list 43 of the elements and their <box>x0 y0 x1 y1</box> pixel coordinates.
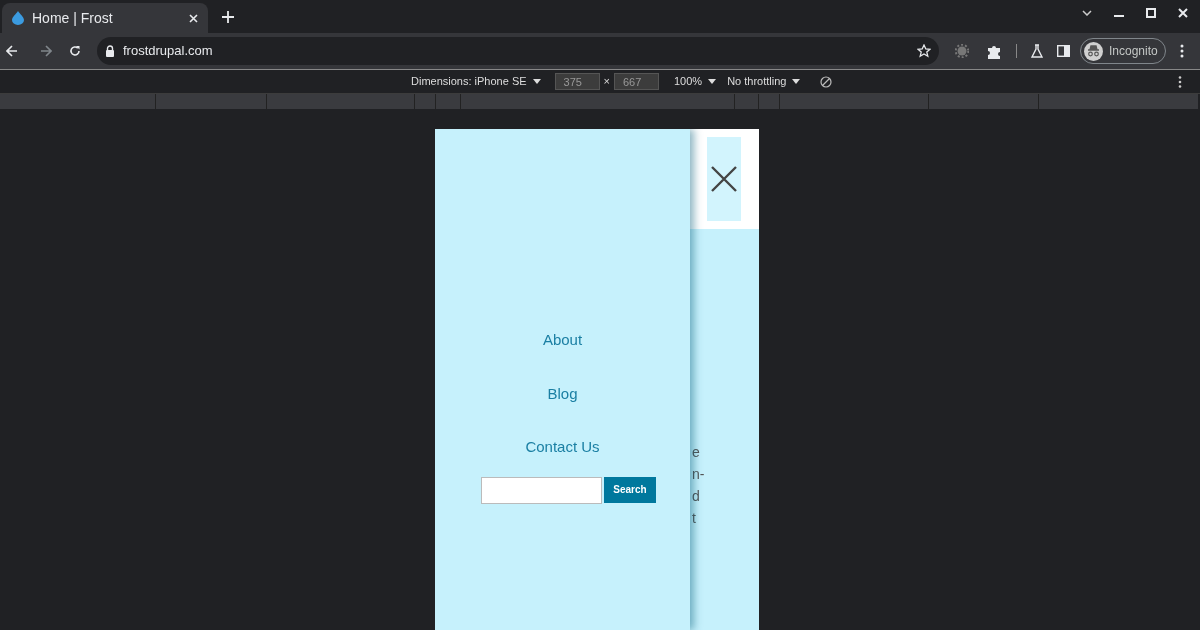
droplet-icon <box>12 11 24 25</box>
close-icon[interactable] <box>1178 8 1188 18</box>
reload-icon[interactable] <box>69 45 81 57</box>
flask-icon[interactable] <box>1031 44 1043 58</box>
close-icon <box>710 165 738 193</box>
device-dropdown[interactable]: Dimensions: iPhone SE <box>411 73 541 90</box>
width-field[interactable]: 375 <box>554 73 600 90</box>
forward-arrow-icon[interactable] <box>40 45 52 57</box>
puzzle-icon[interactable] <box>987 43 1002 59</box>
search-field[interactable] <box>481 476 603 504</box>
side-panel-icon[interactable] <box>1057 45 1070 57</box>
body-text: d <box>692 487 701 506</box>
tab-title: Home | Frost <box>32 8 114 28</box>
address-bar[interactable]: frostdrupal.com <box>97 37 939 65</box>
chevron-down-icon[interactable] <box>1082 10 1092 16</box>
back-arrow-icon[interactable] <box>6 45 18 57</box>
throttling-dropdown[interactable]: No throttling <box>727 73 801 90</box>
body-text: t <box>692 509 697 528</box>
browser-tab[interactable]: Home | Frost <box>2 3 208 33</box>
new-tab-icon[interactable] <box>222 11 234 23</box>
zoom-dropdown[interactable]: 100% <box>674 73 717 90</box>
times-sign: × <box>603 74 610 90</box>
url-text: frostdrupal.com <box>123 42 214 61</box>
menu-link[interactable]: Blog <box>547 382 578 405</box>
more-options-icon[interactable] <box>1178 76 1182 88</box>
close-menu-button[interactable] <box>707 137 741 221</box>
dropdown-icon <box>532 78 541 85</box>
search-button[interactable]: Search <box>604 476 656 503</box>
maximize-icon[interactable] <box>1146 8 1156 18</box>
dropdown-icon <box>792 78 801 85</box>
menu-link[interactable]: About <box>542 329 583 352</box>
lock-icon <box>105 45 115 57</box>
rotate-icon[interactable] <box>820 75 833 88</box>
close-icon[interactable] <box>189 13 198 23</box>
dropdown-icon <box>708 78 717 85</box>
menu-link[interactable]: Contact Us <box>525 436 600 459</box>
height-field[interactable]: 667 <box>614 73 659 90</box>
body-text: n- <box>692 465 705 484</box>
more-options-icon[interactable] <box>1180 44 1184 58</box>
body-text: e <box>692 443 701 462</box>
gear-icon[interactable] <box>955 44 969 58</box>
star-icon[interactable] <box>917 44 931 58</box>
incognito-icon <box>1084 41 1103 61</box>
